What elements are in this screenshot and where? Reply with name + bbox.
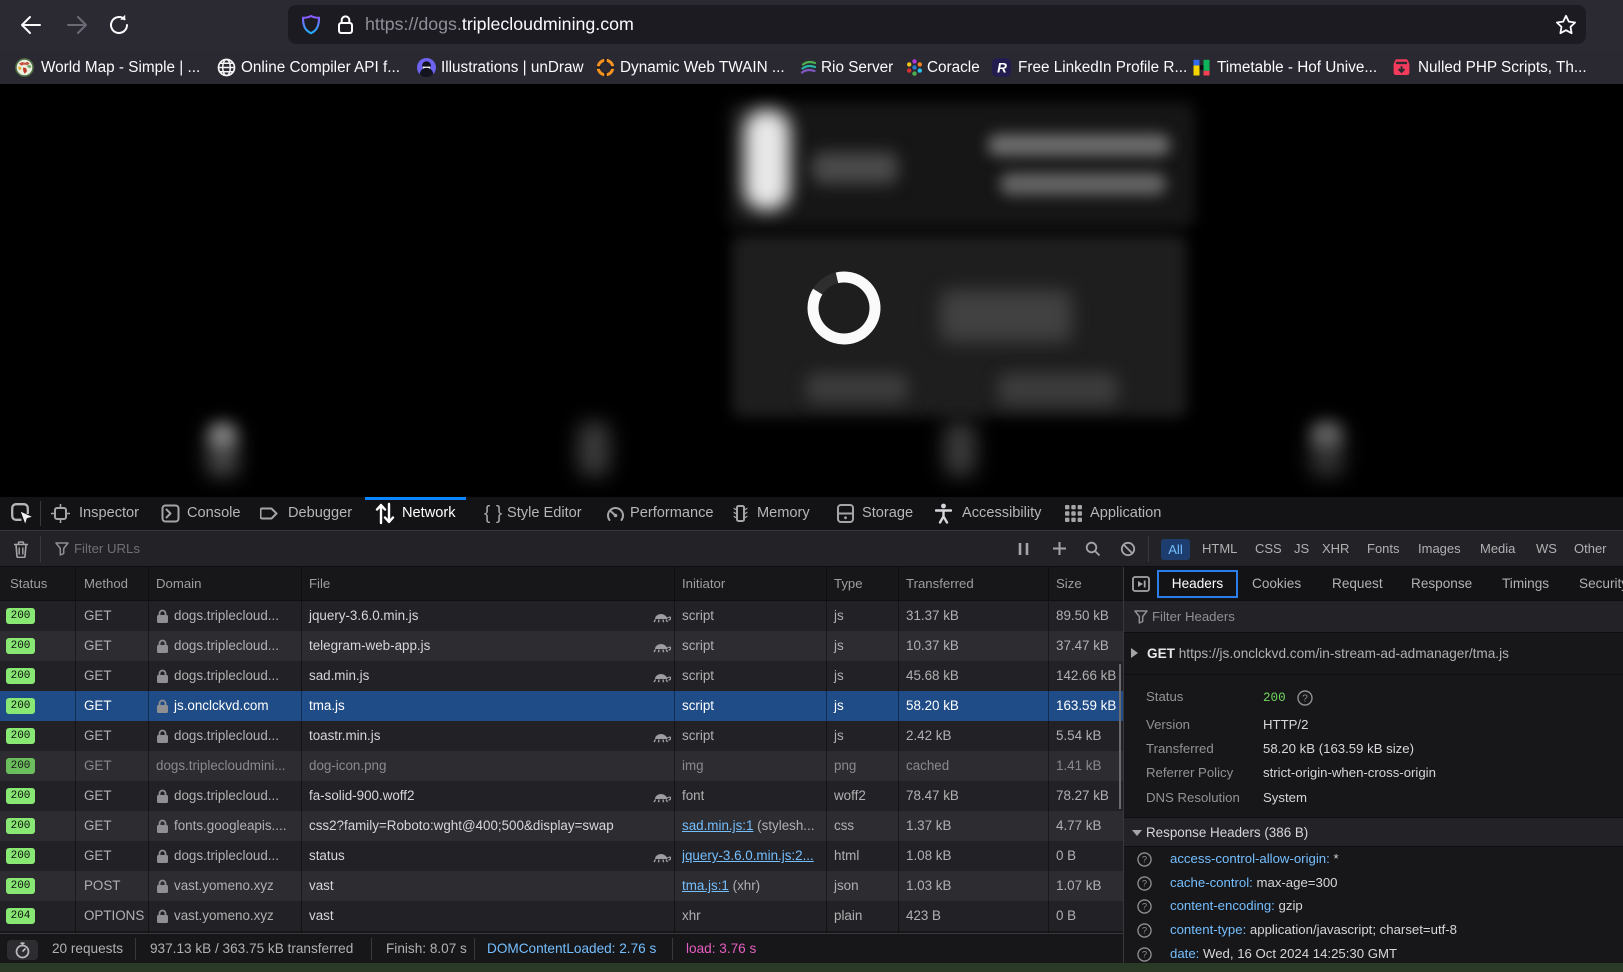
svg-text:?: ? [1142, 902, 1147, 912]
svg-text:?: ? [1302, 693, 1308, 704]
svg-text:R: R [997, 61, 1007, 76]
svg-text:?: ? [1142, 926, 1147, 936]
svg-text:?: ? [1142, 855, 1147, 865]
svg-text:?: ? [1142, 950, 1147, 960]
svg-text:?: ? [1142, 879, 1147, 889]
